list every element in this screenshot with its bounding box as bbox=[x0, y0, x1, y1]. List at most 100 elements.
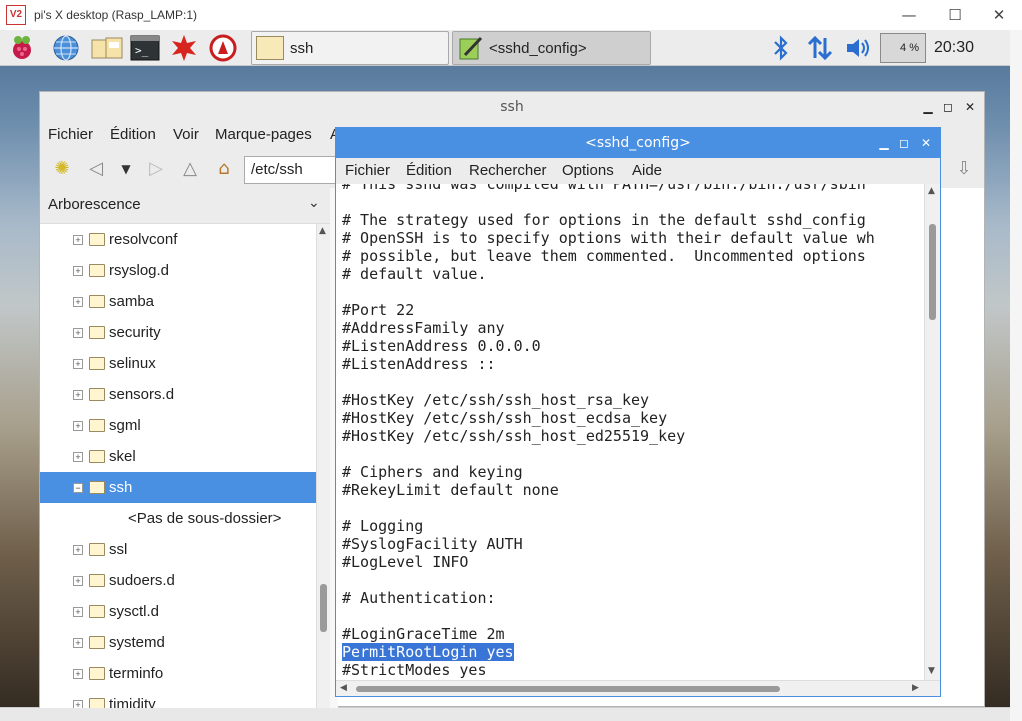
editor-text-area[interactable]: # This sshd was compiled with PATH=/usr/… bbox=[336, 184, 924, 680]
svg-text:>_: >_ bbox=[135, 44, 149, 57]
editor-horizontal-scroll-thumb[interactable] bbox=[356, 686, 780, 692]
code-line: #SyslogFacility AUTH bbox=[342, 535, 523, 553]
tree-item[interactable]: + rsyslog.d bbox=[40, 255, 316, 286]
expand-icon[interactable]: + bbox=[73, 296, 83, 307]
editor-vertical-scroll-thumb[interactable] bbox=[929, 224, 936, 320]
vnc-title-bar: V2 pi's X desktop (Rasp_LAMP:1) — ☐ ✕ bbox=[0, 0, 1022, 30]
tree-item-label: sgml bbox=[109, 417, 141, 434]
editor-vertical-scrollbar[interactable]: ▲ ▼ bbox=[924, 184, 940, 680]
mathematica-icon[interactable] bbox=[208, 34, 237, 62]
expand-icon[interactable]: + bbox=[73, 544, 83, 555]
expand-icon[interactable]: + bbox=[73, 358, 83, 369]
forward-icon[interactable]: ▷ bbox=[144, 157, 168, 181]
menu-marque-pages[interactable]: Marque-pages bbox=[215, 126, 312, 143]
tree-scroll-thumb[interactable] bbox=[320, 584, 327, 632]
menu-aide[interactable]: Aide bbox=[632, 162, 662, 179]
tree-item[interactable]: − ssh bbox=[40, 472, 316, 503]
bluetooth-icon[interactable] bbox=[770, 34, 792, 62]
tree-item[interactable]: + timidity bbox=[40, 689, 316, 708]
expand-icon[interactable]: + bbox=[73, 420, 83, 431]
expand-icon[interactable]: + bbox=[73, 668, 83, 679]
code-line: #StrictModes yes bbox=[342, 661, 487, 679]
menu-fichier[interactable]: Fichier bbox=[48, 126, 93, 143]
folder-icon bbox=[89, 605, 105, 618]
taskbar-panel: >_ ssh <sshd_config> 4 % 20:30 bbox=[0, 30, 1010, 66]
clock[interactable]: 20:30 bbox=[934, 30, 974, 66]
editor-horizontal-scrollbar[interactable]: ◀ ▶ bbox=[336, 680, 940, 696]
scroll-up-icon[interactable]: ▲ bbox=[319, 226, 326, 236]
tree-item[interactable]: + skel bbox=[40, 441, 316, 472]
web-browser-icon[interactable] bbox=[52, 34, 80, 62]
go-icon[interactable]: ⇩ bbox=[952, 157, 976, 181]
tree-item[interactable]: + ssl bbox=[40, 534, 316, 565]
folder-icon bbox=[89, 264, 105, 277]
minimize-icon[interactable]: ▁ bbox=[874, 128, 894, 158]
folder-icon bbox=[89, 326, 105, 339]
tree-item[interactable]: + systemd bbox=[40, 627, 316, 658]
home-icon[interactable]: ⌂ bbox=[212, 157, 236, 181]
up-icon[interactable]: △ bbox=[178, 157, 202, 181]
file-manager-icon[interactable] bbox=[90, 34, 123, 62]
sidebar-mode-selector[interactable]: Arborescence ⌄ bbox=[40, 188, 330, 224]
chevron-down-icon[interactable]: ⌄ bbox=[308, 195, 320, 211]
code-line: #HostKey /etc/ssh/ssh_host_rsa_key bbox=[342, 391, 650, 409]
maximize-icon[interactable]: ◻ bbox=[938, 92, 958, 122]
new-tab-icon[interactable]: ✺ bbox=[50, 157, 74, 181]
menu-rechercher[interactable]: Rechercher bbox=[469, 162, 547, 179]
expand-icon[interactable]: + bbox=[73, 637, 83, 648]
tree-item[interactable]: + selinux bbox=[40, 348, 316, 379]
tree-item[interactable]: + security bbox=[40, 317, 316, 348]
folder-icon bbox=[89, 667, 105, 680]
menu-voir[interactable]: Voir bbox=[173, 126, 199, 143]
tree-item-label: sensors.d bbox=[109, 386, 175, 403]
scroll-up-icon[interactable]: ▲ bbox=[928, 186, 935, 196]
close-icon[interactable]: ✕ bbox=[960, 92, 980, 122]
scroll-down-icon[interactable]: ▼ bbox=[928, 666, 935, 676]
volume-icon[interactable] bbox=[844, 34, 872, 62]
expand-icon[interactable]: + bbox=[73, 389, 83, 400]
text-editor-icon bbox=[457, 35, 485, 61]
wolfram-icon[interactable] bbox=[170, 34, 198, 62]
tree-item[interactable]: + sensors.d bbox=[40, 379, 316, 410]
expand-icon[interactable]: + bbox=[73, 451, 83, 462]
tree-item[interactable]: + samba bbox=[40, 286, 316, 317]
tree-item[interactable]: + resolvconf bbox=[40, 224, 316, 255]
menu-edition[interactable]: Édition bbox=[110, 126, 156, 143]
expand-icon[interactable]: + bbox=[73, 327, 83, 338]
terminal-icon[interactable]: >_ bbox=[130, 34, 160, 62]
editor-menubar: Fichier Édition Rechercher Options Aide bbox=[336, 158, 940, 184]
expand-icon[interactable]: + bbox=[73, 575, 83, 586]
tree-item[interactable]: + terminfo bbox=[40, 658, 316, 689]
close-icon[interactable]: ✕ bbox=[916, 128, 936, 158]
maximize-icon[interactable]: ☐ bbox=[932, 0, 978, 30]
maximize-icon[interactable]: ◻ bbox=[894, 128, 914, 158]
tree-item[interactable]: + sgml bbox=[40, 410, 316, 441]
path-input[interactable]: /etc/ssh bbox=[244, 156, 344, 184]
network-icon[interactable] bbox=[806, 34, 834, 62]
cpu-usage-monitor[interactable]: 4 % bbox=[880, 33, 926, 63]
back-icon[interactable]: ◁ bbox=[84, 157, 108, 181]
code-line: # OpenSSH is to specify options with the… bbox=[342, 229, 875, 247]
task-button-ssh[interactable]: ssh bbox=[251, 31, 449, 65]
code-line: #HostKey /etc/ssh/ssh_host_ed25519_key bbox=[342, 427, 686, 445]
task-button-sshd-config[interactable]: <sshd_config> bbox=[452, 31, 651, 65]
tree-item[interactable]: + sudoers.d bbox=[40, 565, 316, 596]
collapse-icon[interactable]: − bbox=[73, 482, 83, 493]
menu-edition[interactable]: Édition bbox=[406, 162, 452, 179]
menu-options[interactable]: Options bbox=[562, 162, 614, 179]
menu-fichier[interactable]: Fichier bbox=[345, 162, 390, 179]
scroll-right-icon[interactable]: ▶ bbox=[912, 683, 919, 693]
folder-icon bbox=[89, 419, 105, 432]
expand-icon[interactable]: + bbox=[73, 606, 83, 617]
minimize-icon[interactable]: ▁ bbox=[918, 92, 938, 122]
history-dropdown-icon[interactable]: ▼ bbox=[114, 157, 138, 181]
raspberry-menu-icon[interactable] bbox=[8, 34, 36, 62]
expand-icon[interactable]: + bbox=[73, 699, 83, 708]
expand-icon[interactable]: + bbox=[73, 265, 83, 276]
close-icon[interactable]: ✕ bbox=[976, 0, 1022, 30]
minimize-icon[interactable]: — bbox=[886, 0, 932, 30]
tree-scrollbar[interactable]: ▲ bbox=[316, 224, 330, 708]
expand-icon[interactable]: + bbox=[73, 234, 83, 245]
tree-item[interactable]: + sysctl.d bbox=[40, 596, 316, 627]
scroll-left-icon[interactable]: ◀ bbox=[340, 683, 347, 693]
